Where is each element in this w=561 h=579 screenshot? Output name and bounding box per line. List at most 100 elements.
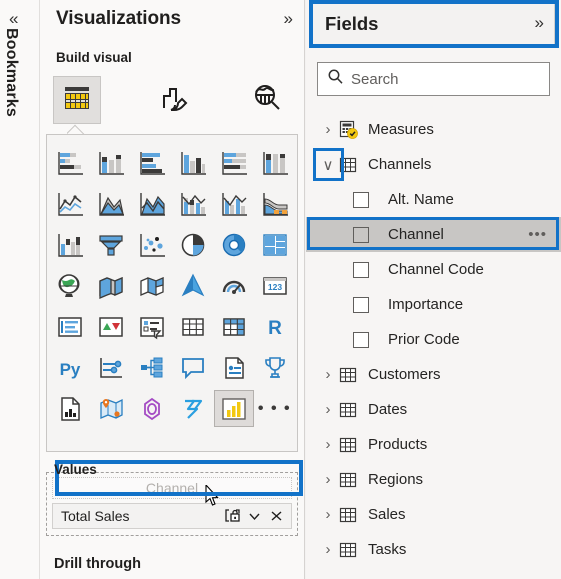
line-chart-icon[interactable] <box>50 185 90 222</box>
treemap-icon[interactable] <box>255 226 295 263</box>
clustered-bar-chart-icon[interactable] <box>132 144 172 181</box>
selected-custom-visual-icon[interactable] <box>213 390 254 427</box>
tree-table-products[interactable]: › Products <box>306 427 561 462</box>
python-visual-icon[interactable]: Py <box>50 349 90 386</box>
tree-field-channel[interactable]: Channel ••• <box>306 217 561 252</box>
table-grid-icon <box>339 366 361 384</box>
field-checkbox[interactable] <box>353 331 369 348</box>
build-visual-label: Build visual <box>56 50 132 65</box>
slicer-icon[interactable] <box>132 308 172 345</box>
tree-field-importance[interactable]: Importance <box>306 287 561 322</box>
tree-table-regions[interactable]: › Regions <box>306 462 561 497</box>
more-options-icon[interactable]: • • • <box>255 390 295 427</box>
chevron-right-icon[interactable]: › <box>317 401 339 418</box>
chevron-double-right-icon[interactable]: » <box>284 9 294 29</box>
tree-table-channels[interactable]: ∨ Channels <box>306 147 561 182</box>
chevron-right-icon[interactable]: › <box>317 506 339 523</box>
visualizations-pane: Visualizations » Build visual 123 R Py •… <box>40 0 305 579</box>
waterfall-chart-icon[interactable] <box>50 226 90 263</box>
chevron-right-icon[interactable]: › <box>317 471 339 488</box>
magnifier-analytics-icon <box>251 82 283 119</box>
field-checkbox[interactable] <box>353 226 369 243</box>
tab-build-visual[interactable] <box>53 76 101 124</box>
field-label: Channel <box>388 226 444 243</box>
line-stacked-column-chart-icon[interactable] <box>173 185 213 222</box>
field-label: Alt. Name <box>388 191 454 208</box>
donut-chart-icon[interactable] <box>214 226 254 263</box>
tree-table-tasks[interactable]: › Tasks <box>306 532 561 567</box>
power-apps-icon[interactable] <box>132 390 172 427</box>
drill-lock-icon[interactable] <box>221 505 243 527</box>
key-influencers-icon[interactable] <box>91 349 131 386</box>
qna-icon[interactable] <box>173 349 213 386</box>
search-icon <box>327 68 344 90</box>
tree-table-customers[interactable]: › Customers <box>306 357 561 392</box>
scatter-chart-icon[interactable] <box>132 226 172 263</box>
paginated-report-icon[interactable] <box>50 390 90 427</box>
bookmarks-rail[interactable]: « Bookmarks <box>0 0 40 579</box>
chevron-double-right-icon[interactable]: » <box>535 13 545 33</box>
drag-ghost-chip: Channel <box>52 477 292 506</box>
tab-analytics[interactable] <box>243 76 291 124</box>
clustered-column-chart-icon[interactable] <box>173 144 213 181</box>
fields-pane: Fields » Search › Measures ∨ Channels Al… <box>306 0 561 579</box>
chevron-down-icon[interactable]: ∨ <box>317 156 339 174</box>
area-chart-icon[interactable] <box>91 185 131 222</box>
field-label: Channel Code <box>388 261 484 278</box>
field-checkbox[interactable] <box>353 296 369 313</box>
chevron-double-left-icon[interactable]: « <box>9 10 19 27</box>
pie-chart-icon[interactable] <box>173 226 213 263</box>
table-grid-icon <box>339 471 361 489</box>
tree-table-dates[interactable]: › Dates <box>306 392 561 427</box>
chevron-right-icon[interactable]: › <box>317 541 339 558</box>
values-well-dropzone[interactable]: Channel Total Sales <box>46 472 298 536</box>
line-clustered-column-chart-icon[interactable] <box>214 185 254 222</box>
tree-field-channel-code[interactable]: Channel Code <box>306 252 561 287</box>
decomposition-tree-icon[interactable] <box>132 349 172 386</box>
drill-through-label: Drill through <box>54 556 141 572</box>
azure-map-icon[interactable] <box>91 390 131 427</box>
ribbon-chart-icon[interactable] <box>255 185 295 222</box>
field-checkbox[interactable] <box>353 261 369 278</box>
funnel-chart-icon[interactable] <box>91 226 131 263</box>
tree-table-sales[interactable]: › Sales <box>306 497 561 532</box>
tree-field-prior-code[interactable]: Prior Code <box>306 322 561 357</box>
smart-narrative-icon[interactable] <box>214 349 254 386</box>
arcgis-map-icon[interactable] <box>173 267 213 304</box>
card-icon[interactable]: 123 <box>255 267 295 304</box>
stacked-column-chart-icon[interactable] <box>91 144 131 181</box>
map-icon[interactable] <box>50 267 90 304</box>
calculation-group-table-icon <box>339 120 361 139</box>
chevron-right-icon[interactable]: › <box>317 436 339 453</box>
tree-table-label: Dates <box>368 401 408 418</box>
well-chip-total-sales[interactable]: Total Sales <box>52 503 292 529</box>
kpi-icon[interactable] <box>91 308 131 345</box>
metrics-trophy-icon[interactable] <box>255 349 295 386</box>
filled-map-icon[interactable] <box>91 267 131 304</box>
table-icon[interactable] <box>173 308 213 345</box>
tab-format-visual[interactable] <box>150 76 198 124</box>
hundred-percent-stacked-column-chart-icon[interactable] <box>255 144 295 181</box>
visual-type-gallery[interactable]: 123 R Py • • • <box>46 134 298 452</box>
tree-field-alt-name[interactable]: Alt. Name <box>306 182 561 217</box>
field-more-options-icon[interactable]: ••• <box>528 226 547 243</box>
stacked-area-chart-icon[interactable] <box>132 185 172 222</box>
search-input[interactable]: Search <box>317 62 550 96</box>
tree-table-measures[interactable]: › Measures <box>306 112 561 147</box>
search-placeholder-text: Search <box>351 70 399 88</box>
r-script-visual-icon[interactable]: R <box>255 308 295 345</box>
tree-table-label: Channels <box>368 156 432 173</box>
multi-row-card-icon[interactable] <box>50 308 90 345</box>
hundred-percent-stacked-bar-chart-icon[interactable] <box>214 144 254 181</box>
chevron-right-icon[interactable]: › <box>317 366 339 383</box>
remove-field-icon[interactable] <box>265 505 287 527</box>
chevron-down-icon[interactable] <box>243 505 265 527</box>
matrix-icon[interactable] <box>214 308 254 345</box>
power-automate-icon[interactable] <box>173 390 213 427</box>
field-checkbox[interactable] <box>353 191 369 208</box>
stacked-bar-chart-icon[interactable] <box>50 144 90 181</box>
shape-map-icon[interactable] <box>132 267 172 304</box>
chevron-right-icon[interactable]: › <box>317 121 339 138</box>
field-tree: › Measures ∨ Channels Alt. Name Channel … <box>306 112 561 567</box>
gauge-icon[interactable] <box>214 267 254 304</box>
